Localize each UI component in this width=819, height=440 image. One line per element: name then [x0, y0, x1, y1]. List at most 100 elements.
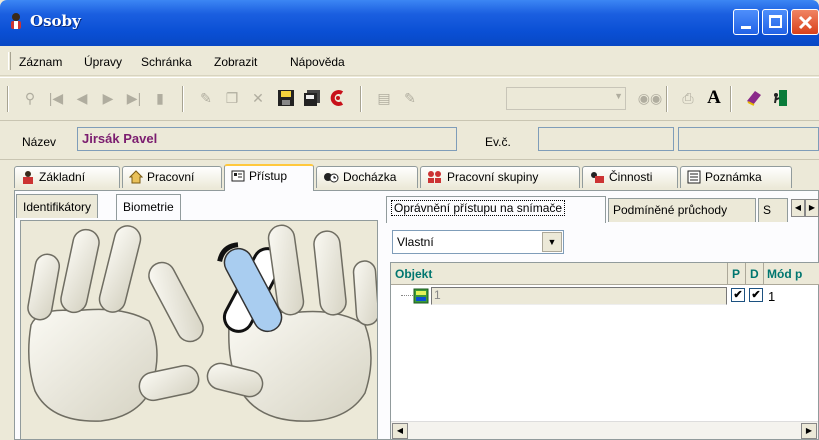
font-icon[interactable]: A — [704, 87, 724, 108]
toolbar-separator — [666, 86, 668, 112]
access-mode-select[interactable]: Vlastní ▼ — [392, 230, 564, 254]
tab-opravneni-pristupu[interactable]: Oprávnění přístupu na snímače — [386, 196, 606, 223]
tab-cinnosti[interactable]: Činnosti — [582, 166, 678, 188]
person-icon — [23, 171, 33, 184]
copy-record-icon[interactable]: ❐ — [222, 88, 242, 108]
column-divider[interactable] — [745, 263, 746, 285]
close-button[interactable] — [791, 9, 819, 35]
book-icon[interactable] — [744, 88, 764, 108]
column-divider[interactable] — [763, 263, 764, 285]
menu-zaznam[interactable]: Záznam — [19, 55, 62, 69]
menu-napoveda[interactable]: Nápověda — [290, 55, 345, 69]
subtab-identifikatory[interactable]: Identifikátory — [16, 194, 99, 218]
right-palm — [228, 310, 372, 422]
right-ring-finger — [313, 230, 347, 316]
column-divider[interactable] — [727, 263, 728, 285]
left-pane: Identifikátory Biometrie — [16, 194, 380, 440]
cell-objekt[interactable]: 1 — [431, 287, 727, 305]
access-grid: Objekt P D Mód p 1 ✔ ✔ 1 ◀ ▶ — [390, 262, 819, 440]
edit-icon[interactable]: ✎ — [196, 88, 216, 108]
cell-mod[interactable]: 1 — [768, 289, 775, 304]
tab-podminene-pruchody[interactable]: Podmíněné průchody — [608, 198, 756, 222]
filter-icon[interactable]: ✎ — [400, 88, 420, 108]
tab-dochazka[interactable]: Docházka — [316, 166, 418, 188]
delete-icon[interactable]: ✕ — [248, 88, 268, 108]
subtab-biometrie[interactable]: Biometrie — [116, 194, 181, 220]
toolbar-separator — [182, 86, 184, 112]
note-icon — [687, 170, 701, 184]
checkbox-p[interactable]: ✔ — [731, 288, 745, 302]
menu-bar: Záznam Úpravy Schránka Zobrazit Nápověda — [0, 46, 819, 76]
column-mod[interactable]: Mód p — [767, 267, 802, 281]
exit-door-icon[interactable] — [770, 88, 790, 108]
tab-s[interactable]: S — [758, 198, 788, 222]
access-mode-value: Vlastní — [397, 235, 434, 249]
tab-label: Pracovní — [147, 170, 195, 184]
tab-label: Přístup — [249, 169, 288, 183]
right-little-finger — [352, 260, 380, 326]
left-middle-finger — [98, 225, 142, 313]
reader-icon — [413, 288, 429, 304]
horizontal-scrollbar[interactable]: ◀ ▶ — [391, 421, 818, 439]
tree-line — [401, 295, 413, 296]
toolbar-search-combo[interactable]: ▼ — [506, 87, 626, 110]
find-icon[interactable]: ⚲ — [20, 88, 40, 108]
first-record-icon[interactable]: |◀ — [46, 88, 66, 108]
column-p[interactable]: P — [732, 267, 740, 281]
tab-pracovni[interactable]: Pracovní — [122, 166, 222, 188]
checkbox-d[interactable]: ✔ — [749, 288, 763, 302]
chevron-down-icon[interactable]: ▼ — [542, 232, 562, 252]
save-all-icon[interactable] — [302, 88, 322, 108]
biometrics-hands — [20, 220, 380, 440]
toolbar: ⚲ |◀ ◀ ▶ ▶| ▮ ✎ ❐ ✕ ▤ ✎ ▼ ◉◉ ⎙ A — [0, 77, 819, 121]
tab-scroll-left-icon[interactable]: ◀ — [791, 199, 805, 217]
house-icon — [129, 170, 143, 184]
column-d[interactable]: D — [750, 267, 759, 281]
title-bar[interactable]: Osoby — [0, 0, 819, 46]
menu-schranka[interactable]: Schránka — [141, 55, 192, 69]
menu-zobrazit[interactable]: Zobrazit — [214, 55, 257, 69]
tab-label: Docházka — [343, 170, 397, 184]
column-objekt[interactable]: Objekt — [395, 267, 432, 281]
tab-pristup[interactable]: Přístup — [224, 164, 314, 191]
tab-label: Oprávnění přístupu na snímače — [391, 200, 566, 216]
maximize-button[interactable] — [762, 9, 788, 35]
tab-label: Poznámka — [705, 170, 762, 184]
close-icon — [798, 15, 813, 30]
left-ring-finger — [60, 228, 100, 314]
last-record-icon[interactable]: ▶| — [124, 88, 144, 108]
extra-field[interactable] — [678, 127, 819, 151]
evc-field[interactable] — [538, 127, 674, 151]
toolbar-separator — [730, 86, 732, 112]
name-field[interactable]: Jirsák Pavel — [77, 127, 457, 151]
tab-poznamka[interactable]: Poznámka — [680, 166, 792, 188]
save-icon[interactable] — [276, 88, 296, 108]
document-icon[interactable]: ▤ — [374, 88, 394, 108]
cancel-changes-icon[interactable] — [328, 88, 348, 108]
hands-illustration — [27, 224, 380, 422]
tab-scroll-arrows: ◀ ▶ — [791, 199, 819, 217]
next-record-icon[interactable]: ▶ — [98, 88, 118, 108]
tasks-icon — [591, 172, 604, 183]
evc-label: Ev.č. — [485, 135, 511, 149]
menu-grip — [8, 52, 11, 70]
binoculars-icon[interactable]: ◉◉ — [638, 88, 662, 108]
prev-record-icon[interactable]: ◀ — [72, 88, 92, 108]
print-icon[interactable]: ⎙ — [678, 88, 698, 108]
scroll-right-icon[interactable]: ▶ — [801, 423, 817, 439]
left-palm — [28, 308, 158, 422]
record-header: Název Jirsák Pavel Ev.č. — [0, 122, 819, 160]
right-pane: Oprávnění přístupu na snímače Podmíněné … — [386, 194, 819, 440]
scroll-left-icon[interactable]: ◀ — [392, 423, 408, 439]
tab-label: Pracovní skupiny — [447, 170, 539, 184]
tab-pracovni-skupiny[interactable]: Pracovní skupiny — [420, 166, 580, 188]
chevron-down-icon: ▼ — [614, 91, 623, 101]
tab-zakladni[interactable]: Základní — [14, 166, 120, 188]
menu-upravy[interactable]: Úpravy — [84, 55, 122, 69]
table-row[interactable]: 1 ✔ ✔ 1 — [391, 287, 819, 305]
grid-header: Objekt P D Mód p — [391, 263, 819, 285]
new-record-icon[interactable]: ▮ — [150, 88, 170, 108]
card-icon — [231, 170, 245, 182]
minimize-button[interactable] — [733, 9, 759, 35]
tab-scroll-right-icon[interactable]: ▶ — [805, 199, 819, 217]
